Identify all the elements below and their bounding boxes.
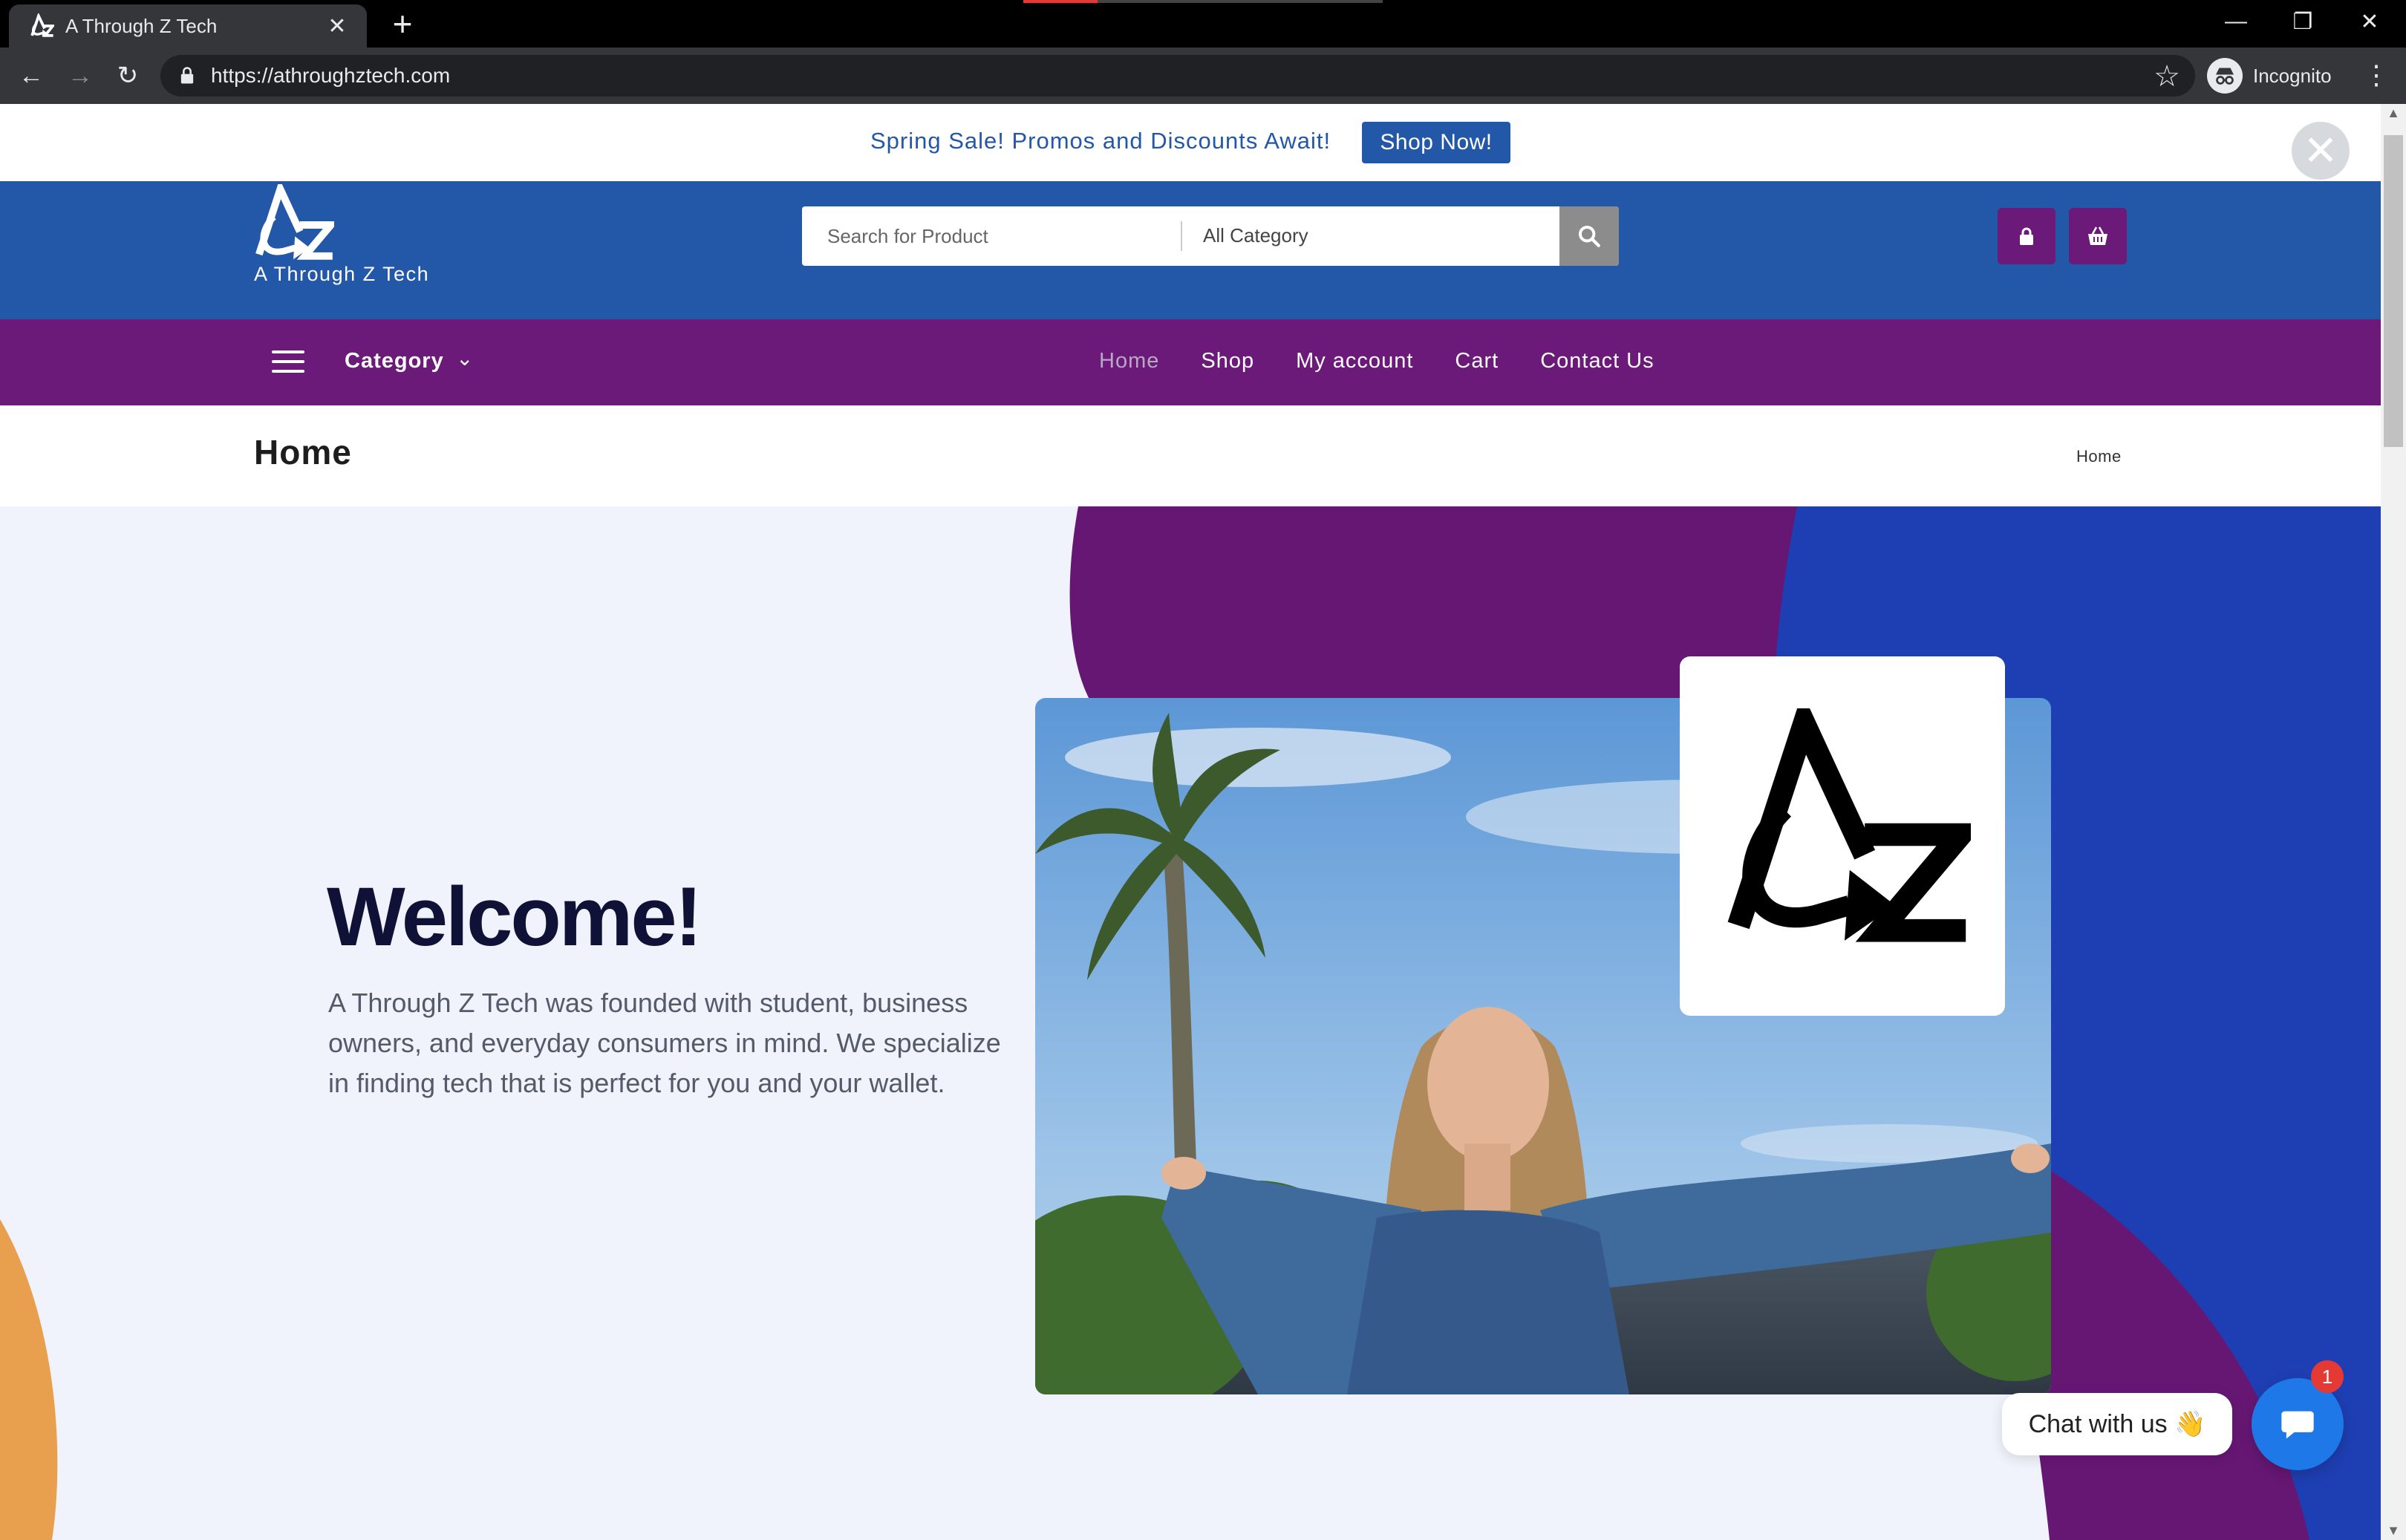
scroll-up-icon[interactable]: ▲: [2381, 105, 2406, 121]
padlock-icon: [2020, 227, 2033, 245]
site-header: A Through Z Tech All Category: [0, 181, 2381, 319]
nav-link-shop[interactable]: Shop: [1201, 349, 1254, 373]
screen-share-indicator: [1023, 0, 1383, 3]
search-divider: [1181, 221, 1182, 251]
web-page: Spring Sale! Promos and Discounts Await!…: [0, 104, 2381, 1540]
search-button[interactable]: [1559, 206, 1619, 266]
incognito-indicator[interactable]: Incognito: [2207, 55, 2332, 97]
scroll-down-icon[interactable]: ▼: [2381, 1523, 2406, 1539]
nav-links: Home Shop My account Cart Contact Us: [1099, 349, 1696, 373]
hamburger-icon[interactable]: [272, 350, 304, 374]
hero-section: Welcome! A Through Z Tech was founded wi…: [0, 506, 2381, 1540]
az-logo-icon: [1727, 708, 1971, 942]
nav-link-home[interactable]: Home: [1099, 349, 1159, 373]
main-nav: Category ⌄ Home Shop My account Cart Con…: [0, 319, 2381, 405]
incognito-label: Incognito: [2253, 64, 2332, 87]
brand-name: A Through Z Tech: [254, 263, 430, 285]
incognito-icon: [2207, 58, 2243, 94]
address-bar[interactable]: https://athroughztech.com ☆: [160, 55, 2195, 97]
account-button[interactable]: [1998, 208, 2055, 264]
hero-description: A Through Z Tech was founded with studen…: [328, 988, 1001, 1098]
az-logo-icon: [27, 11, 56, 41]
url-text[interactable]: https://athroughztech.com: [211, 64, 450, 88]
star-icon[interactable]: ☆: [2154, 59, 2180, 94]
logo-card: [1680, 656, 2005, 1016]
category-menu[interactable]: Category: [345, 349, 444, 373]
announcement-text: Spring Sale! Promos and Discounts Await!: [870, 128, 1331, 154]
search-input[interactable]: [802, 206, 1179, 266]
chevron-down-icon[interactable]: ⌄: [456, 346, 473, 371]
cart-button[interactable]: [2069, 208, 2127, 264]
announcement-bar: Spring Sale! Promos and Discounts Await!…: [0, 104, 2381, 181]
nav-link-my-account[interactable]: My account: [1296, 349, 1413, 373]
nav-link-contact[interactable]: Contact Us: [1540, 349, 1654, 373]
forward-button[interactable]: →: [62, 58, 98, 94]
browser-tab-strip: A Through Z Tech ✕ + — ❐ ✕: [0, 0, 2406, 48]
browser-toolbar: ← → ↻ https://athroughztech.com ☆ Incogn…: [0, 48, 2406, 104]
reload-button[interactable]: ↻: [110, 58, 146, 94]
breadcrumb[interactable]: Home: [2076, 447, 2122, 466]
lock-icon[interactable]: [177, 65, 198, 86]
hero-heading: Welcome!: [327, 870, 702, 963]
minimize-button[interactable]: —: [2203, 0, 2269, 43]
window-close-button[interactable]: ✕: [2336, 0, 2403, 43]
search-bar: All Category: [802, 206, 1619, 266]
close-icon[interactable]: ✕: [2292, 122, 2350, 180]
browser-tab[interactable]: A Through Z Tech ✕: [9, 4, 367, 48]
search-icon: [1578, 225, 1600, 247]
basket-icon: [2088, 226, 2107, 245]
page-title: Home: [254, 433, 352, 472]
category-select[interactable]: All Category: [1203, 224, 1308, 247]
chat-icon: [2281, 1411, 2314, 1439]
back-button[interactable]: ←: [13, 58, 49, 94]
chat-badge: 1: [2311, 1360, 2344, 1393]
restore-button[interactable]: ❐: [2269, 0, 2336, 43]
chat-prompt[interactable]: Chat with us 👋: [2002, 1393, 2232, 1455]
scroll-thumb[interactable]: [2384, 135, 2403, 447]
new-tab-button[interactable]: +: [386, 7, 419, 41]
tab-close-icon[interactable]: ✕: [324, 13, 351, 39]
page-title-bar: Home Home: [0, 405, 2381, 506]
site-logo[interactable]: A Through Z Tech: [252, 184, 446, 291]
az-logo-icon: [255, 184, 334, 260]
nav-link-cart[interactable]: Cart: [1455, 349, 1499, 373]
tab-title: A Through Z Tech: [65, 14, 218, 37]
page-scrollbar[interactable]: ▲ ▼: [2381, 104, 2406, 1540]
shop-now-button[interactable]: Shop Now!: [1362, 122, 1510, 163]
browser-menu-icon[interactable]: ⋮: [2363, 59, 2390, 91]
